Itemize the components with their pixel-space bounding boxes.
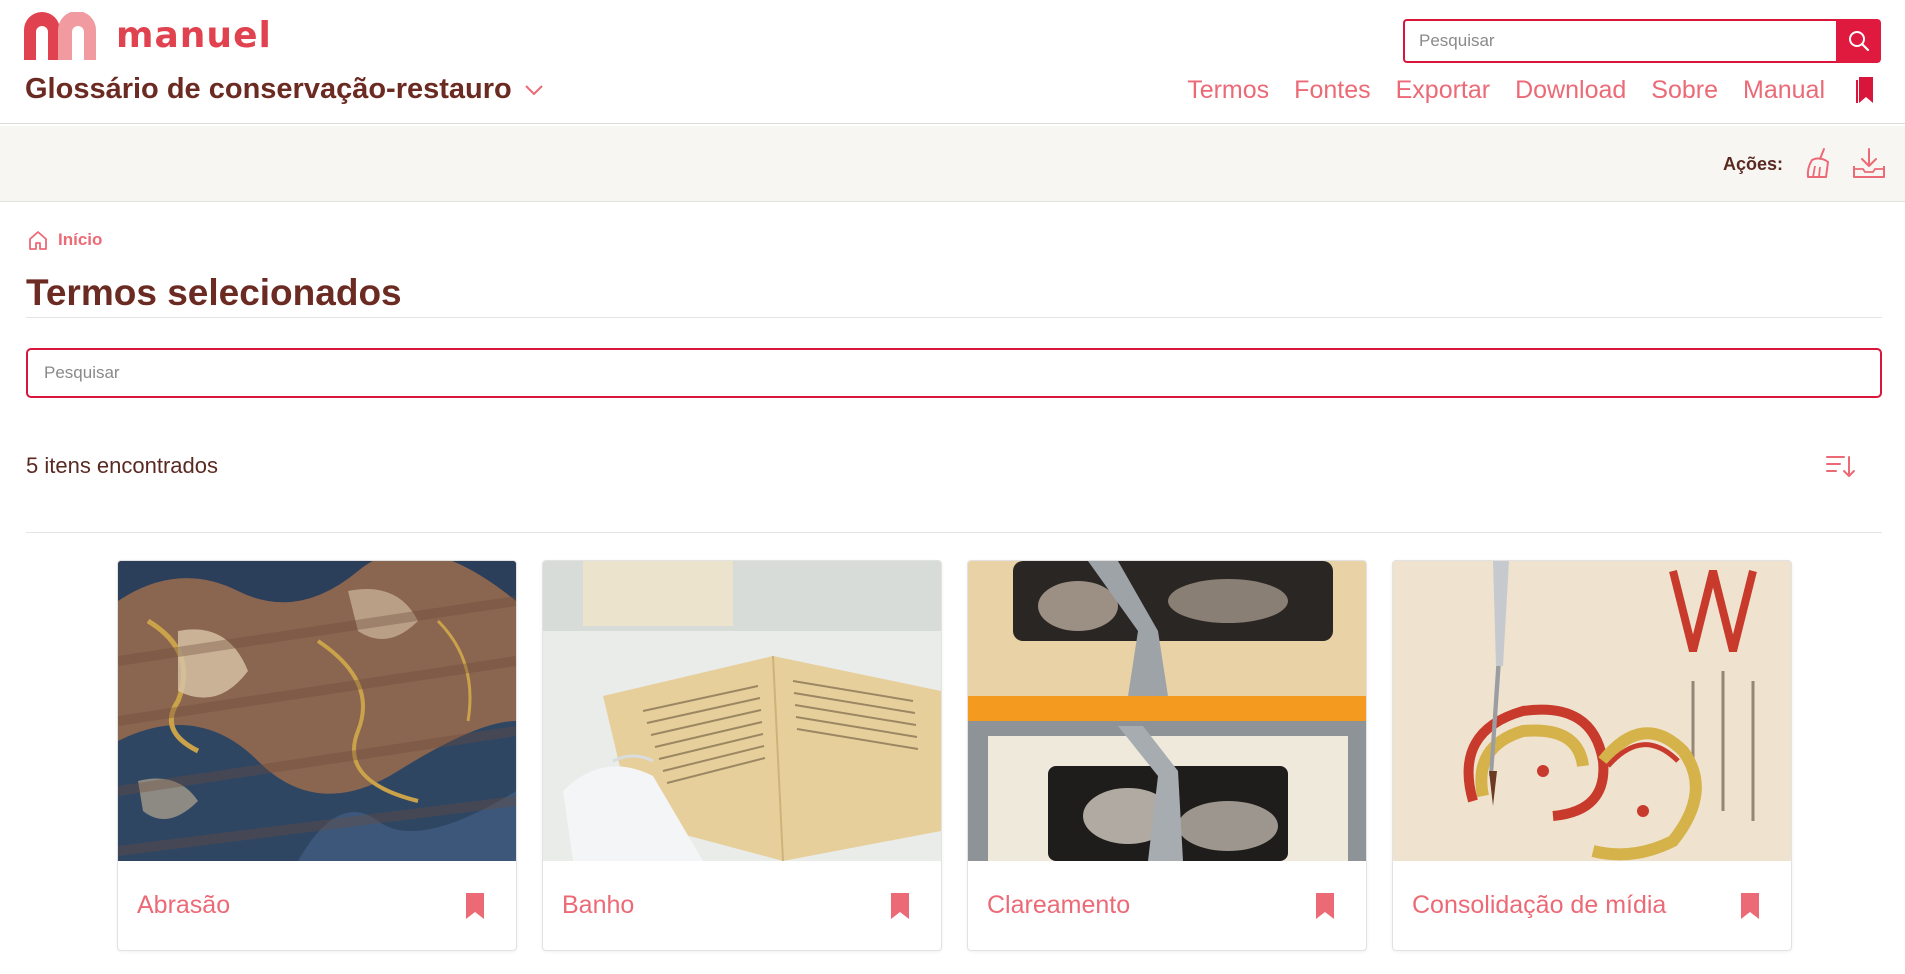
- header-search: [1403, 19, 1881, 63]
- bookmark-icon[interactable]: [1739, 891, 1761, 921]
- header-search-button[interactable]: [1836, 19, 1881, 63]
- nav-manual[interactable]: Manual: [1743, 76, 1825, 105]
- home-icon: [29, 231, 47, 250]
- nav-sobre[interactable]: Sobre: [1651, 76, 1718, 105]
- card-footer: Banho: [543, 861, 941, 950]
- page-title: Termos selecionados: [26, 272, 402, 313]
- logo-text: manuel: [116, 15, 272, 56]
- main-nav: Termos Fontes Exportar Download Sobre Ma…: [1162, 75, 1877, 105]
- bookmark-icon[interactable]: [1314, 891, 1336, 921]
- bookmark-icon[interactable]: [889, 891, 911, 921]
- card-title[interactable]: Consolidação de mídia: [1412, 891, 1666, 920]
- term-card[interactable]: Consolidação de mídia: [1392, 560, 1792, 951]
- header-search-input[interactable]: [1403, 19, 1836, 63]
- divider: [26, 317, 1882, 318]
- results-count: 5 itens encontrados: [26, 453, 219, 478]
- card-footer: Consolidação de mídia: [1393, 861, 1791, 950]
- divider: [26, 532, 1882, 533]
- site-title-text: Glossário de conservação-restauro: [25, 73, 512, 105]
- card-footer: Abrasão: [118, 861, 516, 950]
- sort-icon[interactable]: [1824, 452, 1856, 480]
- term-card[interactable]: Abrasão: [117, 560, 517, 951]
- site-header: manuel Glossário de conservação-restauro…: [0, 0, 1905, 124]
- actions-bar: Ações:: [0, 126, 1905, 202]
- bookmark-icon[interactable]: [464, 891, 486, 921]
- nav-exportar[interactable]: Exportar: [1396, 76, 1490, 105]
- logo-mark-icon: [24, 12, 96, 60]
- card-title[interactable]: Clareamento: [987, 891, 1130, 920]
- term-card[interactable]: Banho: [542, 560, 942, 951]
- actions-label: Ações:: [1723, 154, 1784, 174]
- card-footer: Clareamento: [968, 861, 1366, 950]
- card-title[interactable]: Abrasão: [137, 891, 230, 920]
- nav-termos[interactable]: Termos: [1187, 76, 1269, 105]
- download-icon[interactable]: [1851, 146, 1887, 180]
- logo[interactable]: manuel: [24, 12, 272, 60]
- card-image-bath: [543, 561, 941, 861]
- nav-fontes[interactable]: Fontes: [1294, 76, 1370, 105]
- terms-search-input[interactable]: [26, 348, 1882, 398]
- breadcrumb[interactable]: Início: [27, 229, 102, 251]
- nav-download[interactable]: Download: [1515, 76, 1626, 105]
- card-image-abrasion: [118, 561, 516, 861]
- chevron-down-icon: [525, 84, 543, 95]
- term-card[interactable]: Clareamento: [967, 560, 1367, 951]
- card-image-bleaching: [968, 561, 1366, 861]
- bookmarks-icon[interactable]: [1855, 75, 1877, 105]
- site-title-dropdown[interactable]: Glossário de conservação-restauro: [25, 73, 544, 106]
- search-icon: [1848, 31, 1869, 52]
- card-image-media-consolidation: [1393, 561, 1791, 861]
- broom-icon[interactable]: [1804, 146, 1838, 180]
- card-title[interactable]: Banho: [562, 891, 634, 920]
- breadcrumb-home[interactable]: Início: [58, 230, 102, 250]
